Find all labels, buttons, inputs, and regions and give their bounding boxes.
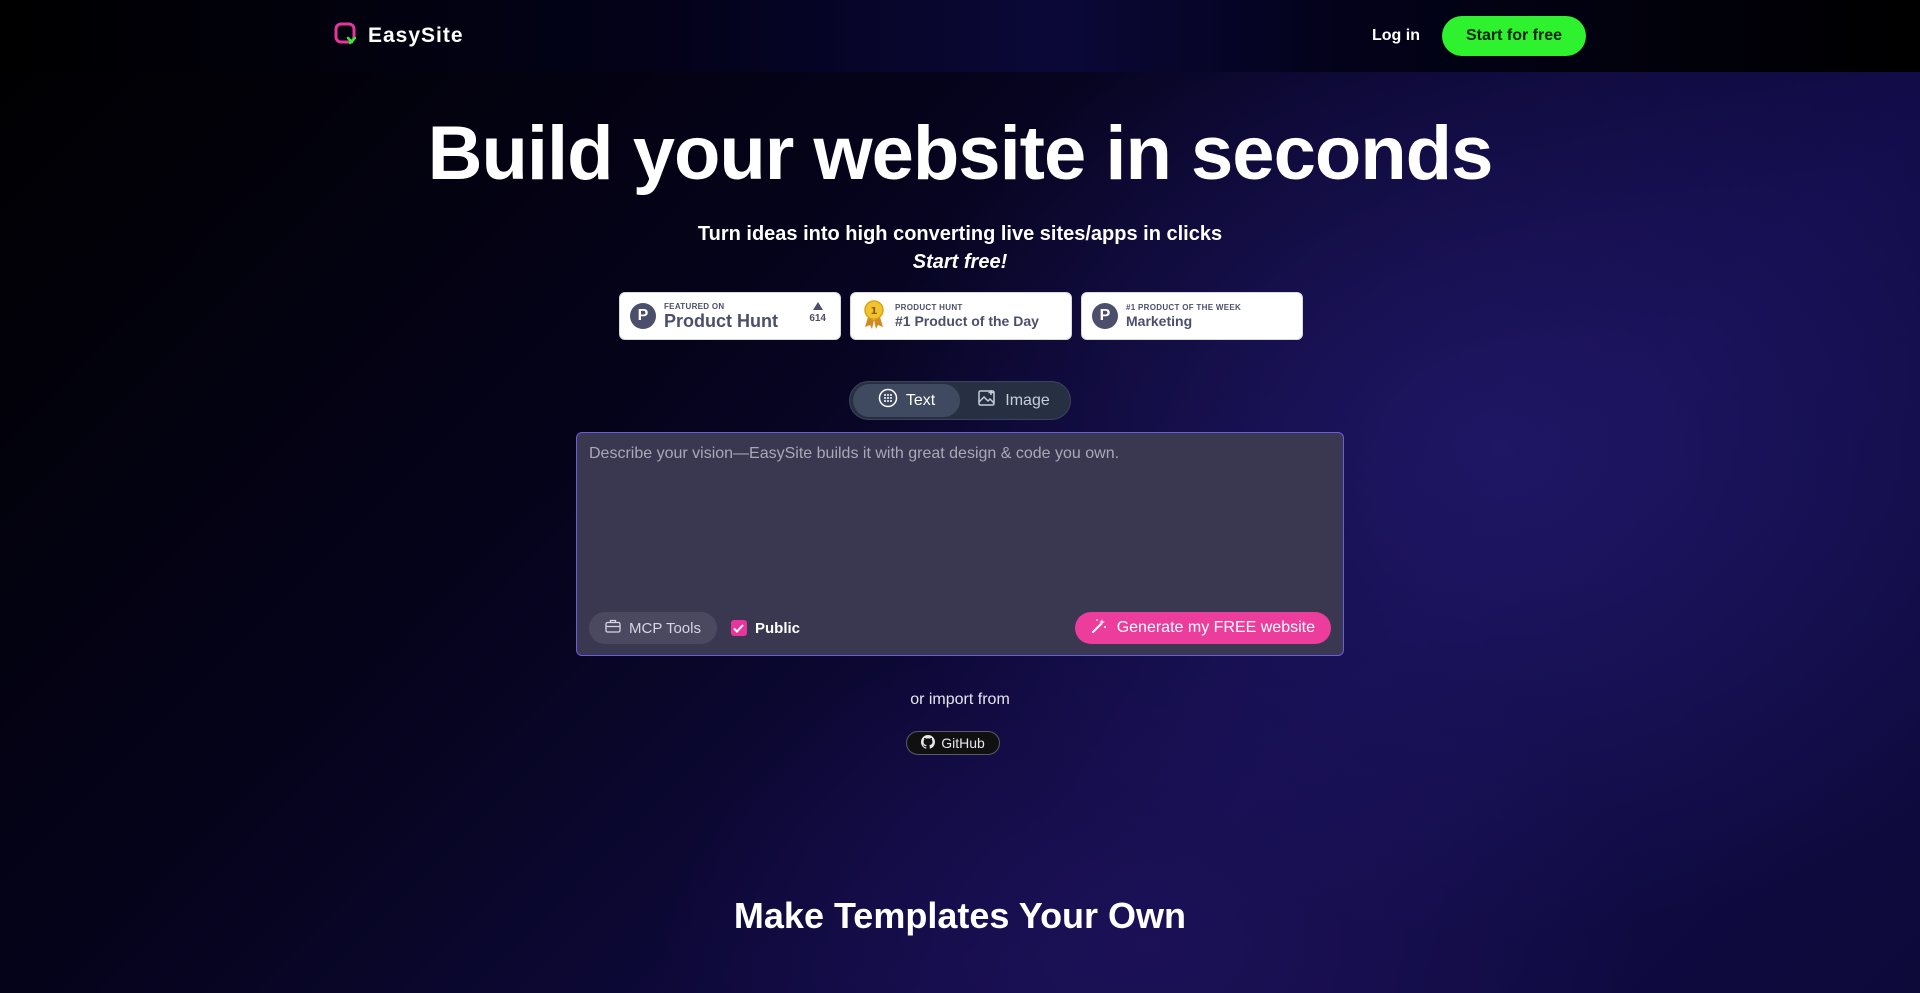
product-hunt-icon: P — [1092, 303, 1118, 329]
badge-product-of-the-week[interactable]: P #1 PRODUCT OF THE WEEK Marketing — [1081, 292, 1303, 340]
start-for-free-button[interactable]: Start for free — [1441, 16, 1586, 56]
badge-big-text: Marketing — [1126, 312, 1193, 329]
upvote-number: 614 — [809, 313, 826, 324]
github-label: GitHub — [941, 735, 985, 751]
badge-small-text: PRODUCT HUNT — [895, 302, 963, 312]
mcp-tools-label: MCP Tools — [629, 619, 701, 637]
login-link[interactable]: Log in — [1372, 27, 1420, 45]
hero-subtitle-emphasis: Start free! — [912, 251, 1008, 273]
section-title: Make Templates Your Own — [733, 895, 1187, 936]
public-toggle: Public — [730, 619, 800, 637]
navbar: EasySite Log in Start for free — [334, 0, 1586, 72]
brand-name: EasySite — [368, 24, 464, 47]
prompt-input[interactable] — [577, 433, 1343, 603]
nav-actions: Log in Start for free — [1372, 16, 1586, 56]
magic-wand-icon — [1091, 618, 1107, 639]
upvote-arrow-icon — [812, 302, 823, 310]
upvote-count: 614 — [809, 302, 826, 326]
check-icon — [733, 623, 745, 633]
svg-text:1: 1 — [871, 306, 878, 317]
prompt-left-controls: MCP Tools Public — [589, 612, 800, 644]
public-checkbox[interactable] — [730, 620, 747, 636]
tab-text-label: Text — [905, 391, 936, 409]
image-mode-icon — [977, 388, 997, 413]
prompt-box: MCP Tools Public Generate my FREE web — [576, 432, 1344, 656]
import-label: or import from — [910, 691, 1010, 708]
github-import-button[interactable]: GitHub — [906, 731, 1000, 755]
tab-image[interactable]: Image — [960, 384, 1067, 417]
badge-featured-product-hunt[interactable]: P FEATURED ON Product Hunt 614 — [619, 292, 841, 340]
github-icon — [921, 734, 936, 752]
tab-text[interactable]: Text — [853, 384, 960, 417]
generate-label: Generate my FREE website — [1116, 619, 1315, 636]
medal-icon: 1 — [861, 299, 887, 334]
hero-headline: Build your website in seconds — [427, 111, 1494, 196]
hero-subtitle: Turn ideas into high converting live sit… — [697, 223, 1223, 245]
input-mode-toggle: Text Image — [849, 381, 1071, 420]
easysite-logo-icon — [334, 22, 358, 51]
product-hunt-icon: P — [630, 303, 656, 329]
tab-image-label: Image — [1005, 391, 1050, 409]
badge-small-text: FEATURED ON — [664, 301, 725, 311]
prompt-toolbar: MCP Tools Public Generate my FREE websit… — [589, 611, 1331, 645]
briefcase-icon — [605, 619, 621, 637]
hero: Build your website in seconds Turn ideas… — [0, 110, 1920, 276]
text-mode-icon — [878, 388, 898, 413]
badge-product-of-the-day[interactable]: 1 PRODUCT HUNT #1 Product of the Day — [850, 292, 1072, 340]
public-label: Public — [754, 619, 800, 637]
badge-small-text: #1 PRODUCT OF THE WEEK — [1126, 302, 1242, 312]
mcp-tools-button[interactable]: MCP Tools — [589, 612, 717, 644]
award-badges: P FEATURED ON Product Hunt 614 1 PRODUCT… — [619, 292, 1303, 340]
brand-logo[interactable]: EasySite — [334, 22, 464, 51]
badge-big-text: Product Hunt — [664, 310, 778, 331]
generate-website-button[interactable]: Generate my FREE website — [1074, 612, 1331, 644]
badge-big-text: #1 Product of the Day — [895, 312, 1039, 329]
